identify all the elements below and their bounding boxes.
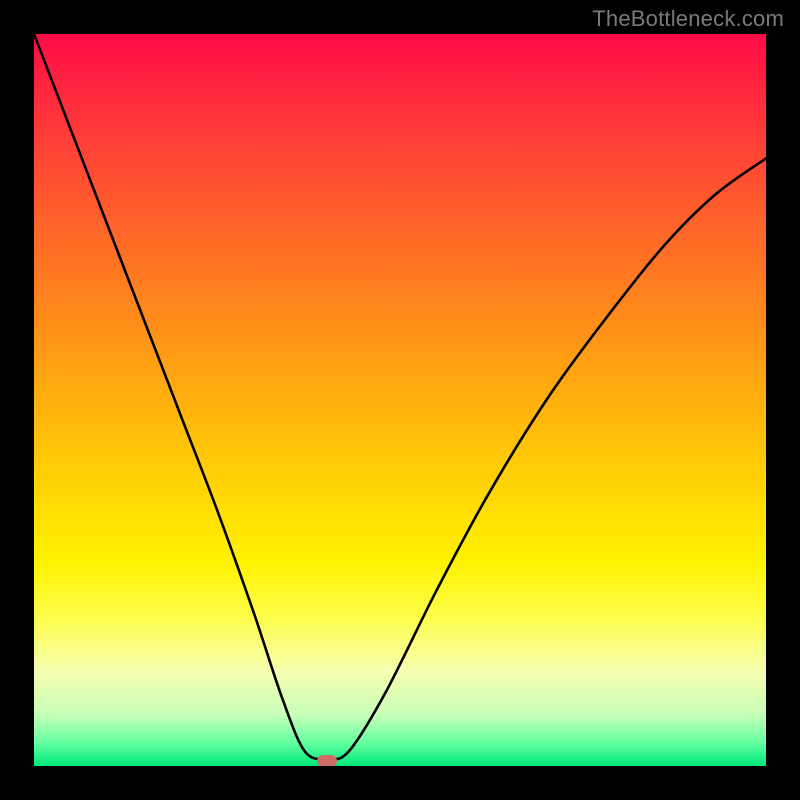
bottleneck-curve	[34, 34, 766, 766]
optimal-point-marker	[317, 755, 337, 766]
watermark-text: TheBottleneck.com	[592, 6, 784, 32]
plot-area	[34, 34, 766, 766]
chart-frame: TheBottleneck.com	[0, 0, 800, 800]
